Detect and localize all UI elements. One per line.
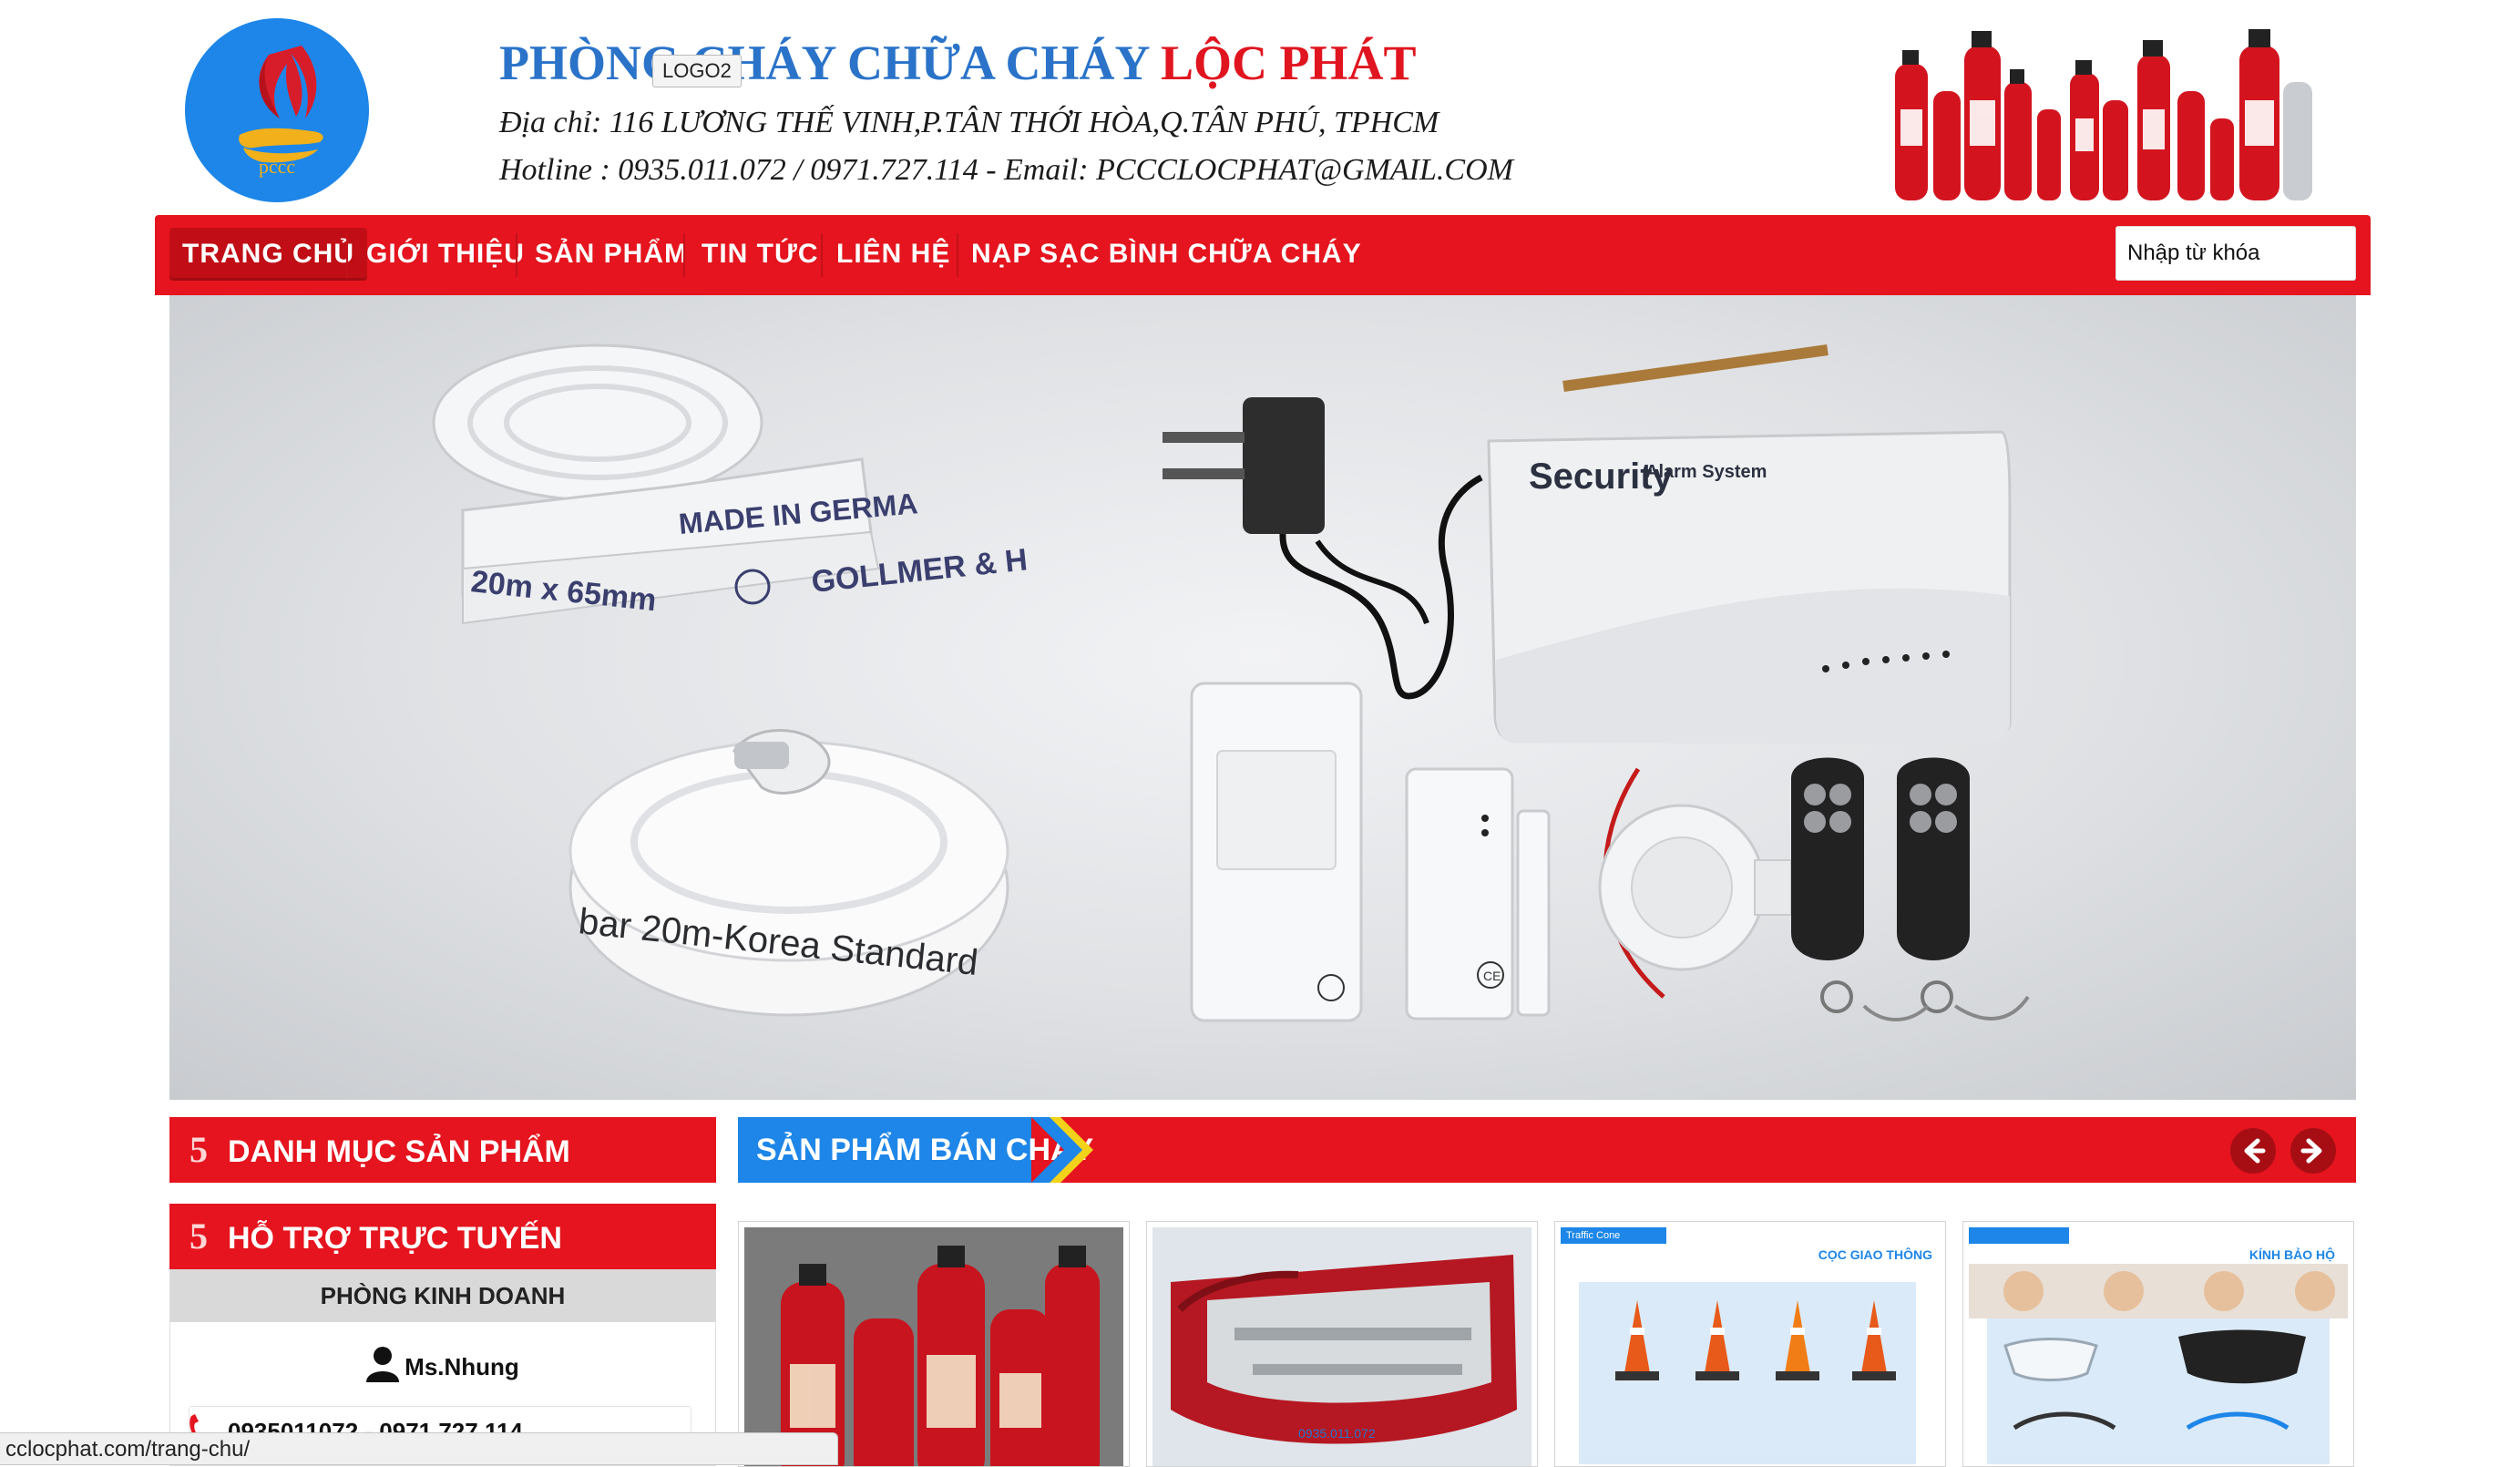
- banner-products-image: MADE IN GERMA 20m x 65mm GOLLMER & H bar…: [432, 344, 2030, 1022]
- security-alarm-panel: [1487, 344, 2012, 744]
- prev-button[interactable]: [2230, 1128, 2276, 1174]
- extinguisher-header-image: [1877, 9, 2332, 210]
- department-label: PHÒNG KINH DOANH: [170, 1269, 715, 1322]
- ce-mark: CE: [1483, 969, 1501, 983]
- nav-item-tin-tuc[interactable]: TIN TỨC: [689, 228, 832, 281]
- main-nav: TRANG CHỦ GIỚI THIỆU SẢN PHẨM TIN TỨC LI…: [155, 215, 2371, 295]
- arrow-right-icon: [2300, 1138, 2322, 1164]
- site-title-brand: LỘC PHÁT: [1160, 36, 1417, 90]
- power-adapter: [1163, 397, 1483, 700]
- product-caption: 0935.011.072: [1298, 1426, 1376, 1441]
- product-image: [744, 1227, 1123, 1466]
- product-image: Traffic Cone CỌC GIAO THÔNG: [1561, 1227, 1940, 1466]
- product-image: 0935.011.072: [1152, 1227, 1531, 1466]
- logo-tooltip: LOGO2: [652, 55, 742, 87]
- category-heading-label: DANH MỤC SẢN PHẨM: [228, 1134, 570, 1169]
- site-title-main: PHÒNG CHÁY CHỮA CHÁY: [499, 36, 1149, 90]
- nav-item-gioi-thieu[interactable]: GIỚI THIỆU: [353, 228, 538, 281]
- best-seller-bar: SẢN PHẨM BÁN CHẠY: [738, 1117, 2356, 1183]
- alarm-sub: Alarm System: [1645, 462, 1767, 482]
- contact-person: Ms.Nhung: [170, 1346, 715, 1382]
- door-sensor: [1405, 767, 1551, 1021]
- product-card[interactable]: KÍNH BẢO HỘ: [1962, 1221, 2354, 1467]
- alarm-siren: [1598, 767, 1792, 999]
- arrow-left-icon: [2244, 1138, 2266, 1164]
- next-button[interactable]: [2290, 1128, 2336, 1174]
- nav-divider: [346, 233, 348, 277]
- logo-text: pccc: [258, 155, 296, 178]
- nav-divider: [683, 233, 685, 277]
- user-icon: [366, 1347, 400, 1382]
- hotline-text: Hotline : 0935.011.072 / 0971.727.114 - …: [499, 153, 1513, 187]
- chevron-decoration-icon: [1031, 1117, 1093, 1183]
- nav-item-san-pham[interactable]: SẢN PHẨM: [522, 228, 701, 281]
- nav-item-trang-chu[interactable]: TRANG CHỦ: [169, 228, 367, 281]
- heading-number-icon: 5: [190, 1129, 208, 1170]
- nav-divider: [516, 233, 517, 277]
- nav-divider: [821, 233, 823, 277]
- support-heading-label: HỖ TRỢ TRỰC TUYẾN: [228, 1221, 562, 1256]
- support-heading: 5 HỖ TRỢ TRỰC TUYẾN: [169, 1204, 716, 1269]
- site-title[interactable]: PHÒNG CHÁY CHỮA CHÁY LỘC PHÁT: [499, 35, 1417, 91]
- search-box: [2115, 226, 2356, 281]
- heading-number-icon: 5: [190, 1216, 208, 1257]
- product-image: KÍNH BẢO HỘ: [1969, 1227, 2348, 1466]
- hero-banner[interactable]: MADE IN GERMA 20m x 65mm GOLLMER & H bar…: [169, 295, 2356, 1100]
- product-card[interactable]: [738, 1221, 1130, 1467]
- motion-sensor: [1190, 682, 1363, 1022]
- product-card[interactable]: 0935.011.072: [1146, 1221, 1538, 1467]
- nav-item-nap-sac[interactable]: NẠP SẠC BÌNH CHỮA CHÁY: [958, 228, 1375, 281]
- browser-status-bar: cclocphat.com/trang-chu/: [0, 1432, 838, 1465]
- contact-name: Ms.Nhung: [405, 1353, 519, 1380]
- nav-item-lien-he[interactable]: LIÊN HỆ: [824, 228, 963, 281]
- address-text: Địa chỉ: 116 LƯƠNG THẾ VINH,P.TÂN THỚI H…: [499, 106, 1439, 139]
- remote-controls: [1791, 757, 2030, 1021]
- best-seller-heading: SẢN PHẨM BÁN CHẠY: [738, 1117, 1093, 1183]
- search-input[interactable]: [2116, 227, 2355, 280]
- category-heading[interactable]: 5 DANH MỤC SẢN PHẨM: [169, 1117, 716, 1183]
- product-card[interactable]: Traffic Cone CỌC GIAO THÔNG: [1554, 1221, 1946, 1467]
- site-logo[interactable]: pccc: [185, 18, 369, 202]
